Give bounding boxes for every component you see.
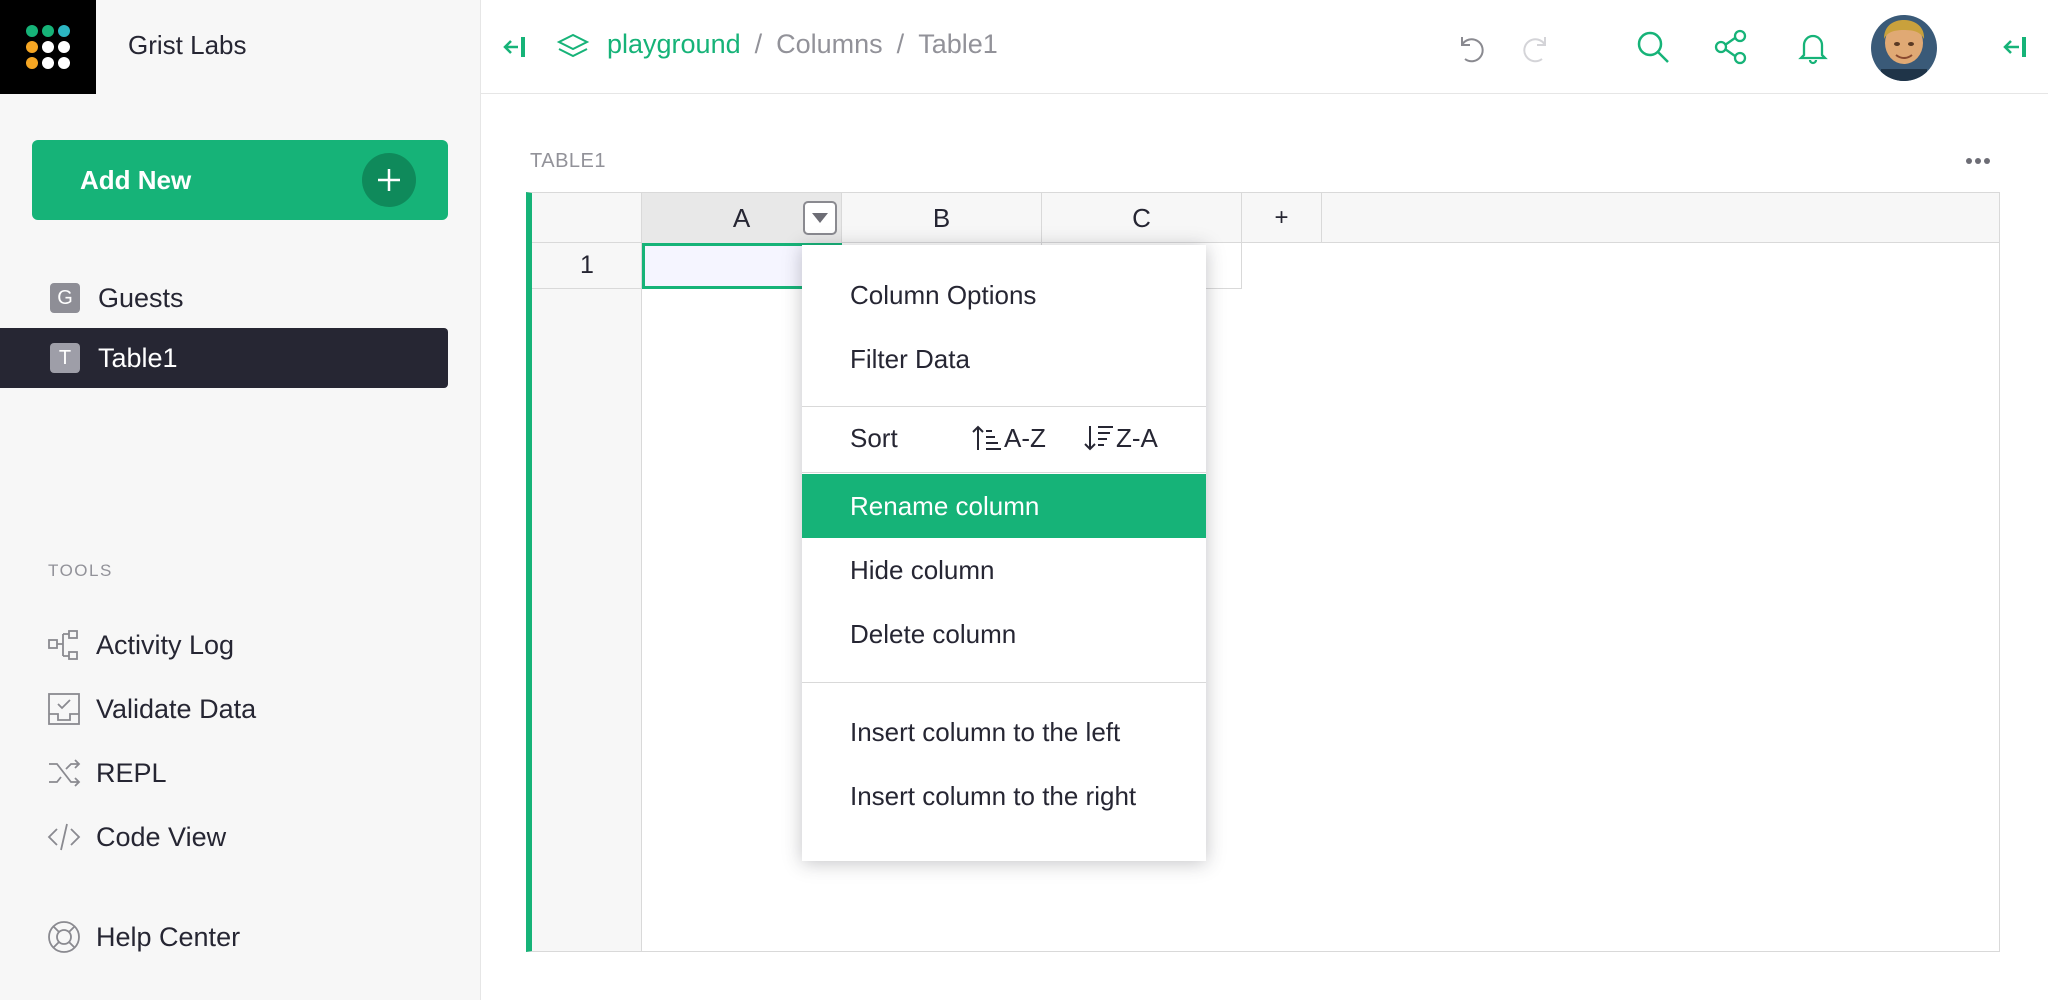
share-icon <box>1714 29 1747 65</box>
validate-data-icon <box>46 691 82 727</box>
undo-icon <box>1461 37 1484 63</box>
column-label: B <box>932 202 951 233</box>
menu-sort-row: Sort A-Z Z-A <box>802 405 1206 471</box>
column-context-menu: Column Options Filter Data Sort A-Z Z-A … <box>802 245 1206 861</box>
help-center-icon <box>46 919 82 955</box>
menu-divider <box>802 682 1206 683</box>
menu-hide-column[interactable]: Hide column <box>802 538 1206 602</box>
row-number[interactable]: 1 <box>532 243 642 289</box>
row-number-column: 1 <box>532 243 642 951</box>
more-dots-icon <box>1966 158 1990 164</box>
collapse-left-panel-button[interactable] <box>495 25 539 69</box>
breadcrumb-doc[interactable]: Columns <box>776 29 883 60</box>
grist-logo[interactable] <box>0 0 96 94</box>
page-label: Table1 <box>98 342 178 373</box>
breadcrumb: playground / Columns / Table1 <box>607 29 998 60</box>
activity-log-icon <box>46 627 82 663</box>
redo-button[interactable] <box>1514 26 1558 70</box>
sort-asc-button[interactable]: A-Z <box>972 423 1046 454</box>
column-header-row: A B C + <box>532 193 1999 243</box>
tool-repl[interactable]: REPL <box>0 745 440 801</box>
column-label: A <box>732 202 751 233</box>
column-header-a[interactable]: A <box>642 193 842 243</box>
bell-icon <box>1798 34 1828 65</box>
tool-validate-data[interactable]: Validate Data <box>0 681 440 737</box>
menu-rename-column[interactable]: Rename column <box>802 474 1206 538</box>
menu-divider <box>802 472 1206 473</box>
sort-desc-icon <box>1084 426 1113 451</box>
add-column-button[interactable]: + <box>1242 193 1322 243</box>
tools-heading: TOOLS <box>48 561 113 580</box>
redo-icon <box>1523 37 1546 63</box>
menu-insert-column-left[interactable]: Insert column to the left <box>802 700 1206 764</box>
menu-insert-column-right[interactable]: Insert column to the right <box>802 764 1206 828</box>
tool-label: REPL <box>96 757 167 788</box>
tool-activity-log[interactable]: Activity Log <box>0 617 440 673</box>
menu-delete-column[interactable]: Delete column <box>802 602 1206 666</box>
plus-icon <box>362 153 416 207</box>
grid-view: A B C + 1 <box>526 192 2000 952</box>
undo-button[interactable] <box>1449 26 1493 70</box>
tool-help-center[interactable]: Help Center <box>0 909 440 965</box>
menu-column-options[interactable]: Column Options <box>802 263 1206 327</box>
avatar-image <box>1871 15 1937 81</box>
page-item-table1[interactable]: T Table1 <box>0 328 448 388</box>
page-item-guests[interactable]: G Guests <box>0 268 448 328</box>
org-name[interactable]: Grist Labs <box>128 30 247 61</box>
tool-label: Help Center <box>96 921 241 952</box>
code-view-icon <box>46 819 82 855</box>
workspace-icon <box>551 26 595 70</box>
column-header-b[interactable]: B <box>842 193 1042 243</box>
panel-collapse-icon <box>2003 37 2026 57</box>
notifications-button[interactable] <box>1791 25 1835 69</box>
search-icon <box>1637 31 1669 63</box>
section-menu-button[interactable] <box>1958 148 1998 174</box>
column-menu-button[interactable] <box>803 201 837 235</box>
dropdown-triangle-icon <box>812 213 828 223</box>
sort-label: Sort <box>850 422 898 453</box>
sort-desc-label: Z-A <box>1116 422 1158 453</box>
add-column-label: + <box>1274 204 1289 231</box>
top-bar: playground / Columns / Table1 <box>481 0 2048 94</box>
tool-code-view[interactable]: Code View <box>0 809 440 865</box>
panel-collapse-icon <box>503 37 525 57</box>
breadcrumb-page[interactable]: Table1 <box>918 29 998 60</box>
section-title[interactable]: TABLE1 <box>530 150 606 173</box>
tool-label: Activity Log <box>96 629 235 660</box>
collapse-right-panel-button[interactable] <box>1994 25 2038 69</box>
menu-filter-data[interactable]: Filter Data <box>802 327 1206 391</box>
sort-asc-icon <box>972 425 1001 450</box>
sort-asc-label: A-Z <box>1004 422 1046 453</box>
share-button[interactable] <box>1709 25 1753 69</box>
left-panel: Grist Labs Add New G Guests T Table1 TOO… <box>0 0 481 1000</box>
add-new-label: Add New <box>80 164 192 195</box>
column-label: C <box>1132 202 1151 233</box>
add-new-button[interactable]: Add New <box>32 140 448 220</box>
repl-icon <box>46 755 82 791</box>
breadcrumb-workspace[interactable]: playground <box>607 29 741 60</box>
page-initial: T <box>50 343 80 373</box>
search-button[interactable] <box>1631 25 1675 69</box>
page-initial: G <box>50 283 80 313</box>
tool-label: Validate Data <box>96 693 257 724</box>
sort-desc-button[interactable]: Z-A <box>1084 423 1158 454</box>
breadcrumb-separator: / <box>896 29 905 59</box>
grid-corner[interactable] <box>532 193 642 243</box>
column-header-c[interactable]: C <box>1042 193 1242 243</box>
page-label: Guests <box>98 282 184 313</box>
tool-label: Code View <box>96 821 227 852</box>
user-avatar[interactable] <box>1871 15 1937 81</box>
breadcrumb-separator: / <box>754 29 763 59</box>
grist-logo-icon <box>26 25 70 69</box>
